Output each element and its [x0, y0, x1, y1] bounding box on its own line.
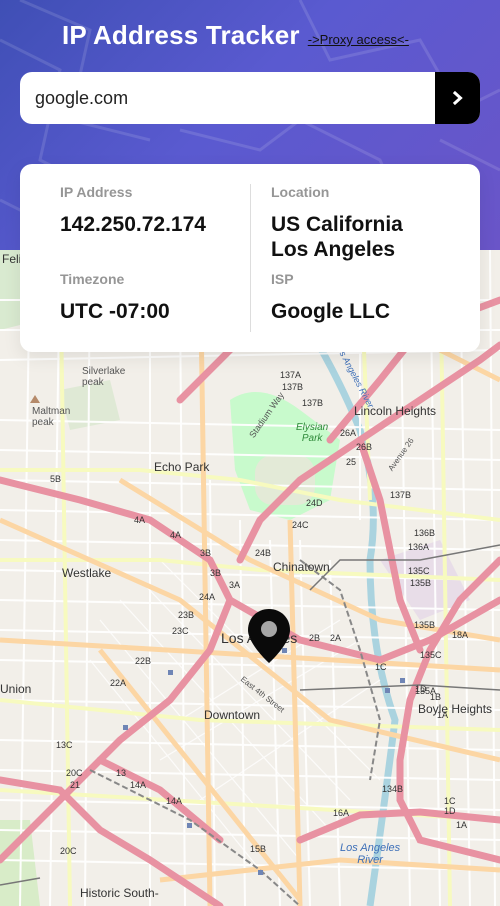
chevron-right-icon — [452, 91, 463, 105]
freeway-exit-label: 136B — [414, 528, 436, 538]
freeway-exit-label: 5B — [50, 474, 62, 484]
freeway-exit-label: 13 — [116, 768, 127, 778]
freeway-exit-label: 135C — [408, 566, 430, 576]
freeway-exit-label: 22A — [110, 678, 127, 688]
map-label-silverlake-peak: Silverlake peak — [82, 366, 126, 388]
freeway-exit-label: 14A — [166, 796, 183, 806]
freeway-exit-label: 1A — [456, 820, 468, 830]
freeway-exit-label: 24D — [306, 498, 323, 508]
ip-address-value: 142.250.72.174 — [60, 213, 206, 236]
map-label-boyle-heights: Boyle Heights — [418, 702, 493, 716]
freeway-exit-label: 137A — [280, 370, 302, 380]
freeway-exit-label: 14A — [130, 780, 147, 790]
ip-address-label: IP Address — [60, 184, 133, 200]
map-label-downtown: Downtown — [204, 708, 261, 722]
freeway-exit-label: 137B — [282, 382, 304, 392]
freeway-exit-label: 16A — [333, 808, 350, 818]
freeway-exit-label: 1A — [437, 710, 449, 720]
ip-address-section: IP Address 142.250.72.174 — [60, 184, 206, 237]
map-label-union: Union — [0, 682, 32, 696]
timezone-label: Timezone — [60, 271, 125, 287]
freeway-exit-label: 2B — [309, 633, 321, 643]
map-label-elysian-park: Elysian Park — [296, 422, 329, 444]
search-submit-button[interactable] — [435, 72, 480, 124]
location-value: US California Los Angeles — [271, 212, 403, 262]
freeway-exit-label: 20C — [60, 846, 77, 856]
freeway-exit-label: 1C — [444, 796, 456, 806]
freeway-exit-label: 1D — [444, 806, 456, 816]
map-label-historic-south: Historic South- — [80, 886, 159, 900]
freeway-exit-label: 26A — [340, 428, 357, 438]
map-label-maltman-peak: Maltman peak — [32, 406, 71, 428]
freeway-exit-label: 4A — [170, 530, 182, 540]
maltman-peak-icon — [30, 395, 40, 403]
ip-info-card: IP Address 142.250.72.174 Location US Ca… — [20, 164, 480, 352]
search-bar — [20, 72, 480, 124]
freeway-exit-label: 15B — [250, 844, 267, 854]
timezone-value: UTC -07:00 — [60, 300, 170, 323]
ip-domain-search-input[interactable] — [20, 72, 435, 124]
freeway-exit-label: 3A — [229, 580, 241, 590]
map-label-westlake: Westlake — [62, 566, 112, 580]
freeway-exit-label: 3B — [210, 568, 222, 578]
location-pin-icon[interactable] — [246, 608, 292, 664]
freeway-exit-label: 23C — [172, 626, 189, 636]
freeway-exit-label: 20C — [66, 768, 83, 778]
location-label: Location — [271, 184, 330, 200]
freeway-exit-label: 25 — [346, 457, 357, 467]
freeway-exit-label: 135A — [415, 686, 437, 696]
freeway-exit-label: 135C — [420, 650, 442, 660]
isp-label: ISP — [271, 271, 294, 287]
freeway-exit-label: 135B — [410, 578, 432, 588]
freeway-exit-label: 2A — [330, 633, 342, 643]
freeway-exit-label: 137B — [390, 490, 412, 500]
freeway-exit-label: 23B — [178, 610, 195, 620]
freeway-exit-label: 135B — [414, 620, 436, 630]
map-label-echo-park: Echo Park — [154, 460, 210, 474]
proxy-access-link[interactable]: ->Proxy access<- — [308, 32, 409, 47]
freeway-exit-label: 1C — [375, 662, 387, 672]
freeway-exit-label: 18A — [452, 630, 469, 640]
page-title: IP Address Tracker — [62, 20, 300, 50]
freeway-exit-label: 13C — [56, 740, 73, 750]
card-divider — [250, 184, 251, 332]
isp-value: Google LLC — [271, 300, 390, 323]
freeway-exit-label: 24C — [292, 520, 309, 530]
freeway-exit-label: 136A — [408, 542, 430, 552]
freeway-exit-label: 4A — [134, 515, 146, 525]
map-label-chinatown: Chinatown — [273, 560, 330, 574]
freeway-exit-label: 137B — [302, 398, 324, 408]
freeway-exit-label: 26B — [356, 442, 373, 452]
freeway-exit-label: 134B — [382, 784, 404, 794]
isp-section: ISP Google LLC — [271, 271, 390, 324]
freeway-exit-label: 22B — [135, 656, 152, 666]
timezone-section: Timezone UTC -07:00 — [60, 271, 170, 324]
freeway-exit-label: 24A — [199, 592, 216, 602]
map-label-feli: Feli — [2, 252, 22, 266]
location-section: Location US California Los Angeles — [271, 184, 403, 262]
location-line-1: US California — [271, 213, 403, 236]
map-label-la-river: Los Angeles River — [340, 842, 401, 866]
freeway-exit-label: 3B — [200, 548, 212, 558]
freeway-exit-label: 24B — [255, 548, 272, 558]
freeway-exit-label: 21 — [70, 780, 81, 790]
location-line-2: Los Angeles — [271, 238, 396, 261]
